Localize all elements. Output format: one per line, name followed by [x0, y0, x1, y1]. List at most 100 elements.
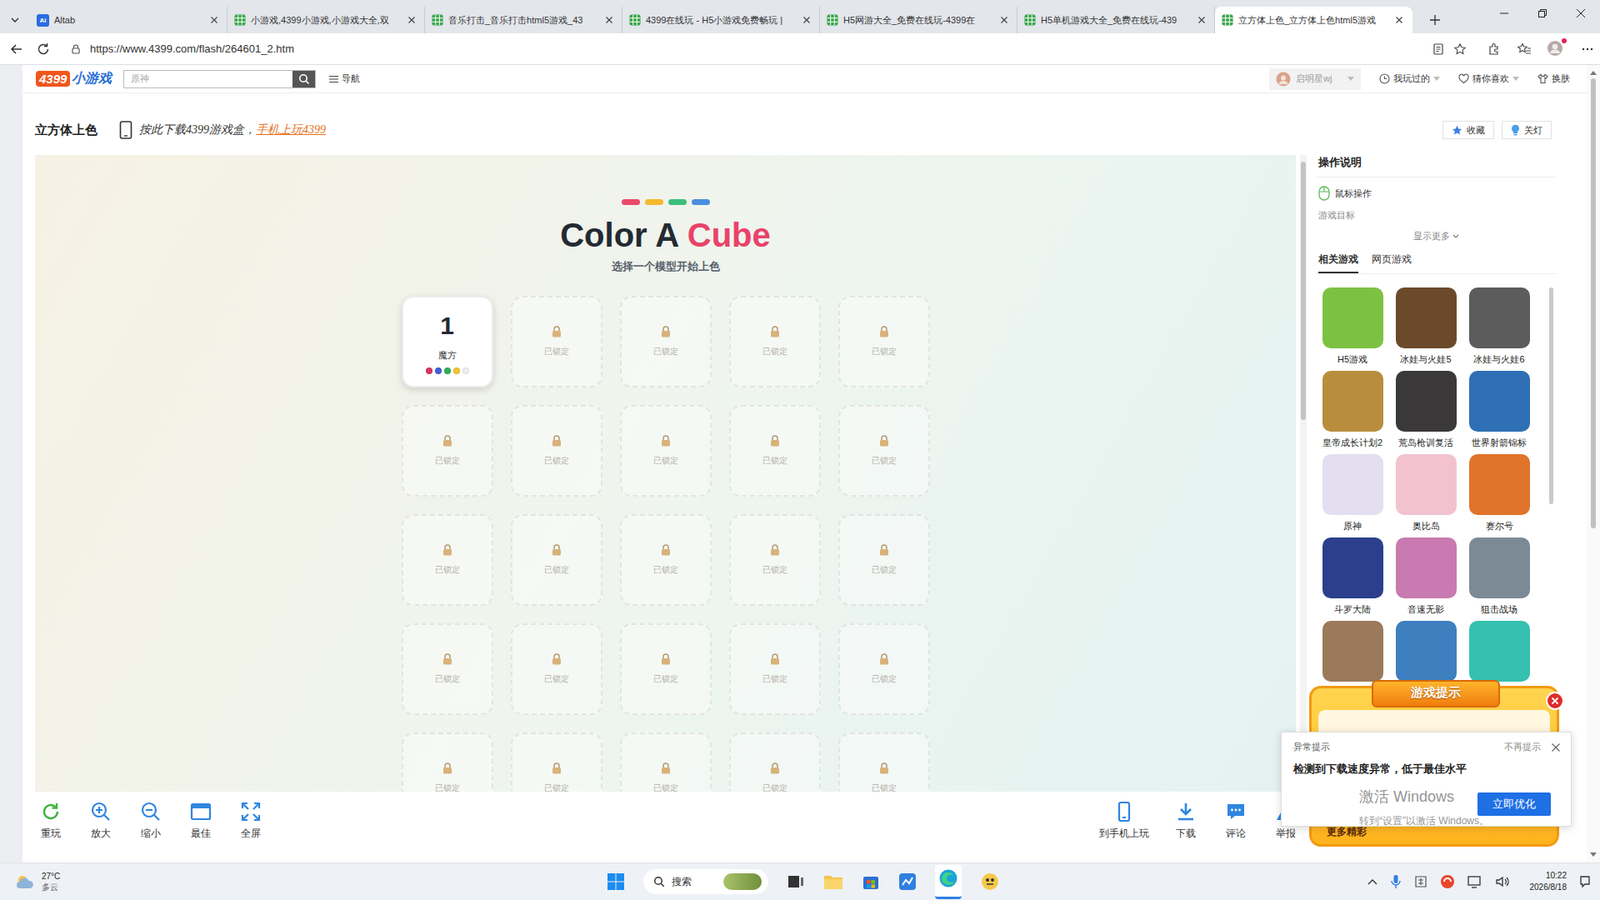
- browser-tab[interactable]: 立方体上色_立方体上色html5游戏: [1215, 6, 1413, 34]
- browser-tab[interactable]: H5单机游戏大全_免费在线玩-439: [1017, 6, 1215, 34]
- popup-close-button[interactable]: [1545, 691, 1565, 710]
- network-icon[interactable]: [1466, 874, 1484, 890]
- game-scrollbar[interactable]: [1300, 155, 1307, 792]
- game-item[interactable]: 赛尔号: [1462, 454, 1536, 538]
- more-icon[interactable]: [1580, 41, 1595, 57]
- task-view-icon[interactable]: [786, 872, 805, 891]
- game-thumbnail: [1322, 287, 1384, 349]
- browser-tab[interactable]: Ai Altab: [30, 6, 228, 34]
- close-icon[interactable]: [208, 14, 220, 26]
- side-tab[interactable]: 相关游戏: [1318, 252, 1359, 274]
- level-card: 已锁定: [729, 514, 821, 606]
- more-link[interactable]: 更多精彩: [1326, 825, 1367, 840]
- game-action-button[interactable]: 收藏: [1442, 120, 1495, 140]
- game-item[interactable]: 荒岛枪训复活: [1389, 370, 1463, 455]
- folder-icon[interactable]: [823, 872, 844, 891]
- game-item[interactable]: 斗罗大陆: [1316, 537, 1390, 621]
- app-icon[interactable]: [980, 871, 1000, 892]
- clock[interactable]: 10:22 2026/8/18: [1530, 870, 1568, 894]
- star-icon[interactable]: [1453, 42, 1467, 56]
- search-button[interactable]: [292, 70, 315, 88]
- security-app-icon[interactable]: [1440, 874, 1455, 890]
- microphone-icon[interactable]: [1390, 874, 1402, 890]
- level-card: 已锁定: [510, 623, 603, 715]
- toolbar-button[interactable]: 下载: [1160, 800, 1211, 841]
- game-thumbnail: [1322, 537, 1384, 599]
- user-avatar-icon: [1275, 71, 1291, 87]
- game-item[interactable]: 原神: [1316, 454, 1390, 538]
- toolbar-button[interactable]: 到手机上玩: [1087, 800, 1161, 841]
- windows-icon[interactable]: [606, 872, 625, 891]
- nav-link[interactable]: 导航: [329, 72, 360, 85]
- input-method-icon[interactable]: [1413, 874, 1429, 890]
- game-label: 斗罗大陆: [1334, 603, 1371, 616]
- back-button[interactable]: [3, 36, 30, 62]
- reload-button[interactable]: [30, 36, 57, 62]
- game-item[interactable]: 狙击战场: [1462, 537, 1536, 621]
- chevron-up-icon[interactable]: [1366, 877, 1379, 886]
- store-icon[interactable]: [861, 872, 880, 891]
- edge-app[interactable]: [935, 865, 962, 900]
- level-locked-label: 已锁定: [762, 345, 788, 358]
- game-item[interactable]: 皇帝成长计划2: [1316, 370, 1390, 455]
- close-icon[interactable]: [800, 14, 813, 26]
- favorites-icon[interactable]: [1516, 41, 1532, 57]
- close-icon[interactable]: [405, 14, 418, 26]
- toolbar-button[interactable]: 评论: [1210, 800, 1261, 841]
- taskbar-search[interactable]: 搜索: [643, 869, 769, 895]
- game-thumbnail: [1395, 370, 1457, 432]
- tab-actions-button[interactable]: [0, 6, 30, 34]
- level-card[interactable]: 1 魔方: [401, 295, 494, 388]
- show-more-button[interactable]: 显示更多: [1316, 230, 1556, 243]
- list-scrollbar[interactable]: [1549, 287, 1554, 505]
- extensions-icon[interactable]: [1486, 41, 1502, 57]
- search-input[interactable]: 原神: [124, 70, 293, 88]
- dismiss-link[interactable]: 不再提示: [1504, 740, 1541, 754]
- toolbar-button[interactable]: 全屏: [225, 800, 276, 841]
- header-link[interactable]: 我玩过的: [1379, 72, 1440, 85]
- side-tab[interactable]: 网页游戏: [1371, 252, 1412, 274]
- game-item[interactable]: 世界射箭锦标: [1462, 370, 1536, 455]
- user-menu[interactable]: 启明星wj: [1269, 68, 1361, 90]
- url-field[interactable]: https://www.4399.com/flash/264601_2.htm: [70, 37, 1479, 61]
- game-action-label: 关灯: [1524, 124, 1543, 137]
- page-scrollbar[interactable]: [1586, 65, 1600, 863]
- game-item[interactable]: 冰娃与火娃5: [1389, 287, 1463, 371]
- close-icon[interactable]: [1550, 742, 1561, 753]
- game-item[interactable]: 冰娃与火娃6: [1462, 287, 1536, 371]
- toolbar-button[interactable]: 放大: [75, 800, 126, 841]
- close-icon[interactable]: [1393, 14, 1405, 26]
- restore-button[interactable]: [1523, 0, 1562, 27]
- profile-button[interactable]: [1546, 40, 1565, 59]
- close-window-button[interactable]: [1561, 0, 1600, 27]
- game-action-button[interactable]: 关灯: [1501, 120, 1552, 140]
- reload-icon: [40, 800, 62, 823]
- close-icon[interactable]: [603, 14, 615, 26]
- browser-tab[interactable]: 小游戏,4399小游戏,小游戏大全,双: [227, 6, 425, 34]
- close-icon[interactable]: [1195, 14, 1208, 26]
- lock-icon: [551, 435, 562, 447]
- weather-widget[interactable]: 27°C 多云: [15, 870, 265, 893]
- minimize-button[interactable]: [1485, 0, 1524, 27]
- browser-tab[interactable]: 4399在线玩 - H5小游戏免费畅玩 |: [622, 6, 820, 34]
- toolbar-button[interactable]: 最佳: [175, 800, 226, 841]
- browser-tab[interactable]: 音乐打击_音乐打击html5游戏_43: [425, 6, 623, 34]
- chart-app-icon[interactable]: [898, 872, 917, 891]
- toolbar-button[interactable]: 缩小: [125, 800, 176, 841]
- new-tab-button[interactable]: [1420, 6, 1450, 34]
- speaker-icon[interactable]: [1495, 874, 1510, 890]
- game-item[interactable]: H5游戏: [1316, 287, 1390, 371]
- game-canvas[interactable]: Color A Cube 选择一个模型开始上色 1 魔方 已锁定 已锁定 已锁定…: [35, 155, 1296, 792]
- header-link[interactable]: 猜你喜欢: [1458, 72, 1520, 85]
- header-link[interactable]: 换肤: [1537, 72, 1570, 85]
- close-icon[interactable]: [998, 14, 1010, 26]
- reader-icon[interactable]: [1431, 42, 1445, 56]
- game-item[interactable]: 音速无影: [1389, 537, 1463, 621]
- site-logo[interactable]: 4399 小游戏: [35, 70, 112, 88]
- notification-icon[interactable]: [1578, 875, 1592, 889]
- game-item[interactable]: 奥比岛: [1389, 454, 1463, 538]
- optimize-button[interactable]: 立即优化: [1477, 792, 1551, 816]
- browser-tab[interactable]: H5网游大全_免费在线玩-4399在: [820, 6, 1018, 34]
- promo-link[interactable]: 按此下载4399游戏盒，手机上玩4399: [139, 122, 326, 138]
- toolbar-button[interactable]: 重玩: [25, 800, 76, 841]
